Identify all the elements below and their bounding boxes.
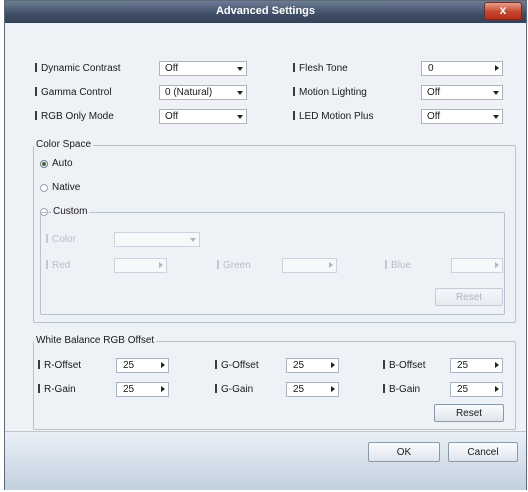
radio-native[interactable] [40, 184, 48, 192]
g-gain-label: G-Gain [215, 384, 253, 395]
gamma-control-label: Gamma Control [35, 87, 112, 98]
color-space-group: Color Space Auto Native Custom Color Red… [33, 139, 516, 323]
arrow-right-icon[interactable] [495, 65, 499, 71]
rgb-only-mode-label: RGB Only Mode [35, 111, 114, 122]
arrow-right-icon[interactable] [329, 262, 333, 268]
dialog-footer: OK Cancel [5, 431, 526, 490]
radio-custom-label[interactable]: Custom [51, 206, 90, 217]
chevron-down-icon [493, 115, 499, 119]
chevron-down-icon [237, 67, 243, 71]
motion-lighting-select[interactable]: Off [421, 85, 503, 100]
arrow-right-icon[interactable] [159, 262, 163, 268]
close-button[interactable]: x [484, 2, 522, 20]
r-offset-stepper[interactable]: 25 [116, 358, 169, 373]
r-offset-label: R-Offset [38, 360, 81, 371]
chevron-down-icon [237, 91, 243, 95]
arrow-right-icon[interactable] [161, 386, 165, 392]
led-motion-plus-select[interactable]: Off [421, 109, 503, 124]
blue-label: Blue [385, 260, 411, 271]
g-offset-label: G-Offset [215, 360, 259, 371]
b-offset-stepper[interactable]: 25 [450, 358, 503, 373]
chevron-down-icon [190, 238, 196, 242]
g-offset-stepper[interactable]: 25 [286, 358, 339, 373]
flesh-tone-label: Flesh Tone [293, 63, 348, 74]
color-space-title: Color Space [34, 139, 94, 150]
arrow-right-icon[interactable] [161, 362, 165, 368]
red-label: Red [46, 260, 70, 271]
custom-color-group: Custom Color Red Green Blue Reset [40, 206, 505, 315]
rgb-only-mode-select[interactable]: Off [159, 109, 247, 124]
r-gain-stepper[interactable]: 25 [116, 382, 169, 397]
white-balance-title: White Balance RGB Offset [34, 335, 157, 346]
dynamic-contrast-select[interactable]: Off [159, 61, 247, 76]
arrow-right-icon[interactable] [495, 386, 499, 392]
chevron-down-icon [493, 91, 499, 95]
blue-stepper[interactable] [451, 258, 503, 273]
motion-lighting-label: Motion Lighting [293, 87, 367, 98]
green-stepper[interactable] [282, 258, 337, 273]
led-motion-plus-label: LED Motion Plus [293, 111, 373, 122]
arrow-right-icon[interactable] [495, 262, 499, 268]
arrow-right-icon[interactable] [331, 362, 335, 368]
arrow-right-icon[interactable] [495, 362, 499, 368]
white-balance-group: White Balance RGB Offset R-Offset 25 G-O… [33, 335, 516, 430]
radio-native-label[interactable]: Native [52, 182, 80, 193]
cancel-button[interactable]: Cancel [448, 442, 518, 462]
chevron-down-icon [237, 115, 243, 119]
r-gain-label: R-Gain [38, 384, 76, 395]
b-gain-label: B-Gain [383, 384, 420, 395]
green-label: Green [217, 260, 251, 271]
gamma-control-select[interactable]: 0 (Natural) [159, 85, 247, 100]
title-bar[interactable]: Advanced Settings x [5, 1, 526, 23]
custom-reset-button[interactable]: Reset [435, 288, 503, 306]
flesh-tone-stepper[interactable]: 0 [421, 61, 503, 76]
b-offset-label: B-Offset [383, 360, 426, 371]
radio-auto[interactable] [40, 160, 48, 168]
red-stepper[interactable] [114, 258, 167, 273]
white-balance-reset-button[interactable]: Reset [434, 404, 504, 422]
arrow-right-icon[interactable] [331, 386, 335, 392]
ok-button[interactable]: OK [368, 442, 440, 462]
dialog-body: Dynamic Contrast Off Gamma Control 0 (Na… [5, 23, 526, 431]
dynamic-contrast-label: Dynamic Contrast [35, 63, 120, 74]
advanced-settings-dialog: Advanced Settings x Dynamic Contrast Off… [4, 0, 527, 490]
color-select[interactable] [114, 232, 200, 247]
g-gain-stepper[interactable]: 25 [286, 382, 339, 397]
dialog-title: Advanced Settings [215, 5, 316, 17]
b-gain-stepper[interactable]: 25 [450, 382, 503, 397]
color-label: Color [46, 234, 76, 245]
radio-auto-label[interactable]: Auto [52, 158, 73, 169]
